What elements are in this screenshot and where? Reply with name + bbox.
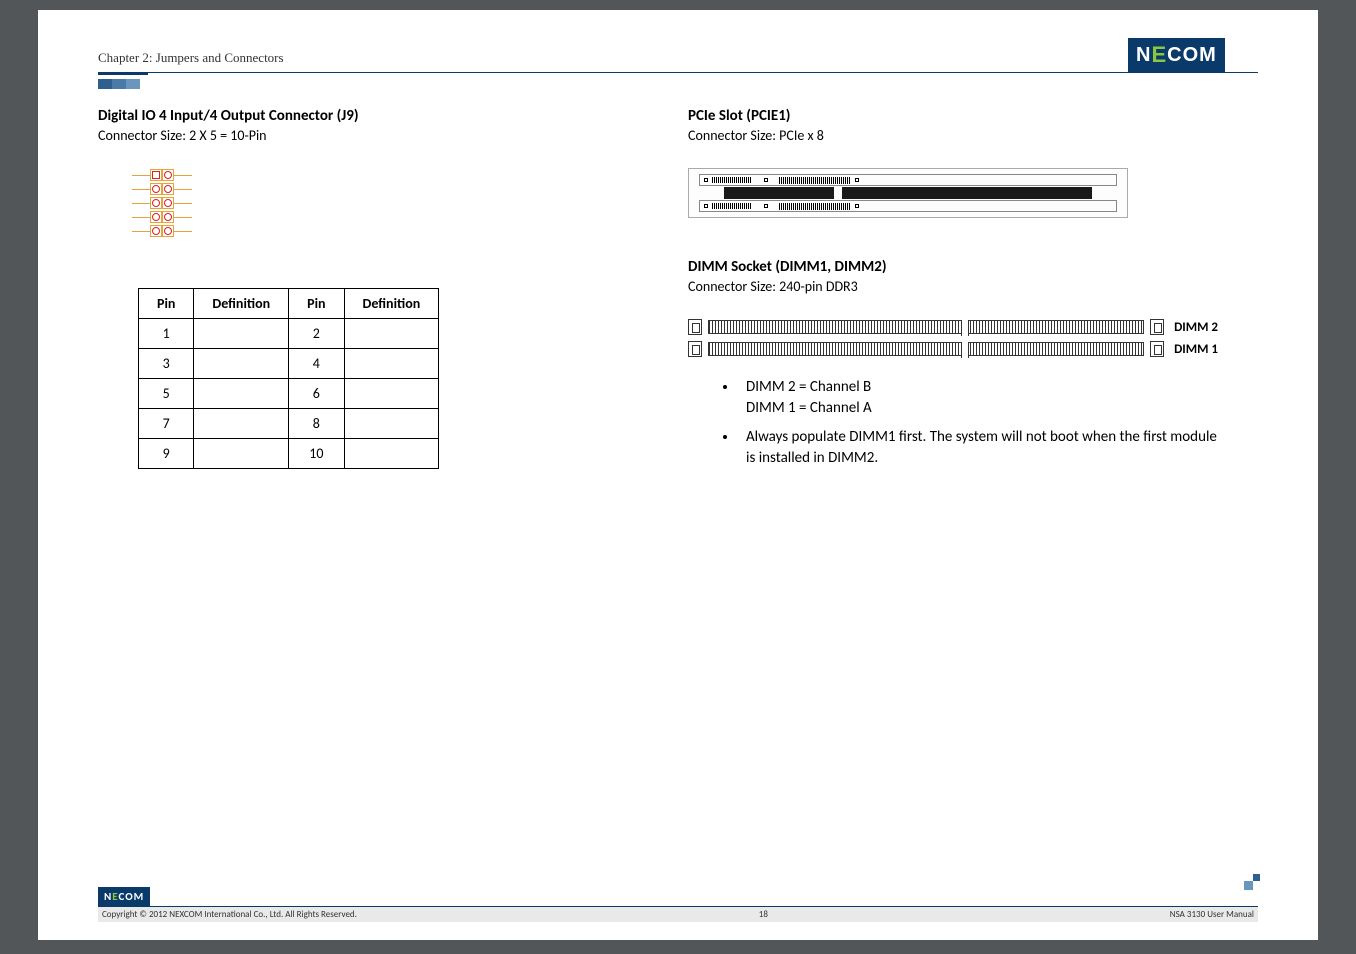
list-item: Always populate DIMM1 first. The system …: [738, 427, 1218, 469]
th-pin2: Pin: [289, 289, 344, 319]
copyright-text: Copyright © 2012 NEXCOM International Co…: [102, 909, 357, 920]
digital-io-heading: Digital IO 4 Input/4 Output Connector (J…: [98, 107, 568, 125]
table-row: 910: [139, 439, 439, 469]
document-page: Chapter 2: Jumpers and Connectors NECOM …: [38, 10, 1318, 940]
pcie-subtitle: Connector Size: PCIe x 8: [688, 127, 1218, 144]
dimm2-label: DIMM 2: [1174, 320, 1218, 335]
dimm1-label: DIMM 1: [1174, 342, 1218, 357]
color-swatch-strip: [98, 79, 1258, 89]
dimm-socket-diagram: DIMM 2 DIMM 1: [688, 319, 1218, 357]
th-def: Definition: [194, 289, 289, 319]
digital-io-subtitle: Connector Size: 2 X 5 = 10-Pin: [98, 127, 568, 144]
page-footer: NECOM Copyright © 2012 NEXCOM Internatio…: [98, 886, 1258, 922]
left-column: Digital IO 4 Input/4 Output Connector (J…: [98, 107, 568, 477]
content-columns: Digital IO 4 Input/4 Output Connector (J…: [98, 107, 1258, 477]
table-row: 56: [139, 379, 439, 409]
pin-definition-table: Pin Definition Pin Definition 12 34 56 7…: [138, 288, 439, 469]
table-row: 12: [139, 319, 439, 349]
header-rule: [98, 72, 1258, 75]
list-item: DIMM 2 = Channel B DIMM 1 = Channel A: [738, 377, 1218, 419]
table-row: 34: [139, 349, 439, 379]
pcie-slot-diagram: [688, 168, 1218, 218]
dimm-notes-list: DIMM 2 = Channel B DIMM 1 = Channel A Al…: [738, 377, 1218, 469]
chapter-heading: Chapter 2: Jumpers and Connectors: [98, 50, 1258, 66]
page-number: 18: [759, 909, 768, 920]
dimm-subtitle: Connector Size: 240-pin DDR3: [688, 278, 1218, 295]
right-column: PCIe Slot (PCIE1) Connector Size: PCIe x…: [688, 107, 1218, 477]
pin-header-diagram: [132, 168, 568, 238]
nexcom-logo: NECOM: [1128, 38, 1258, 74]
dimm-heading: DIMM Socket (DIMM1, DIMM2): [688, 258, 1218, 276]
th-pin: Pin: [139, 289, 194, 319]
table-row: 78: [139, 409, 439, 439]
document-title: NSA 3130 User Manual: [1170, 909, 1254, 920]
pcie-heading: PCIe Slot (PCIE1): [688, 107, 1218, 125]
th-def2: Definition: [344, 289, 439, 319]
nexcom-logo-small: NECOM: [98, 887, 150, 906]
